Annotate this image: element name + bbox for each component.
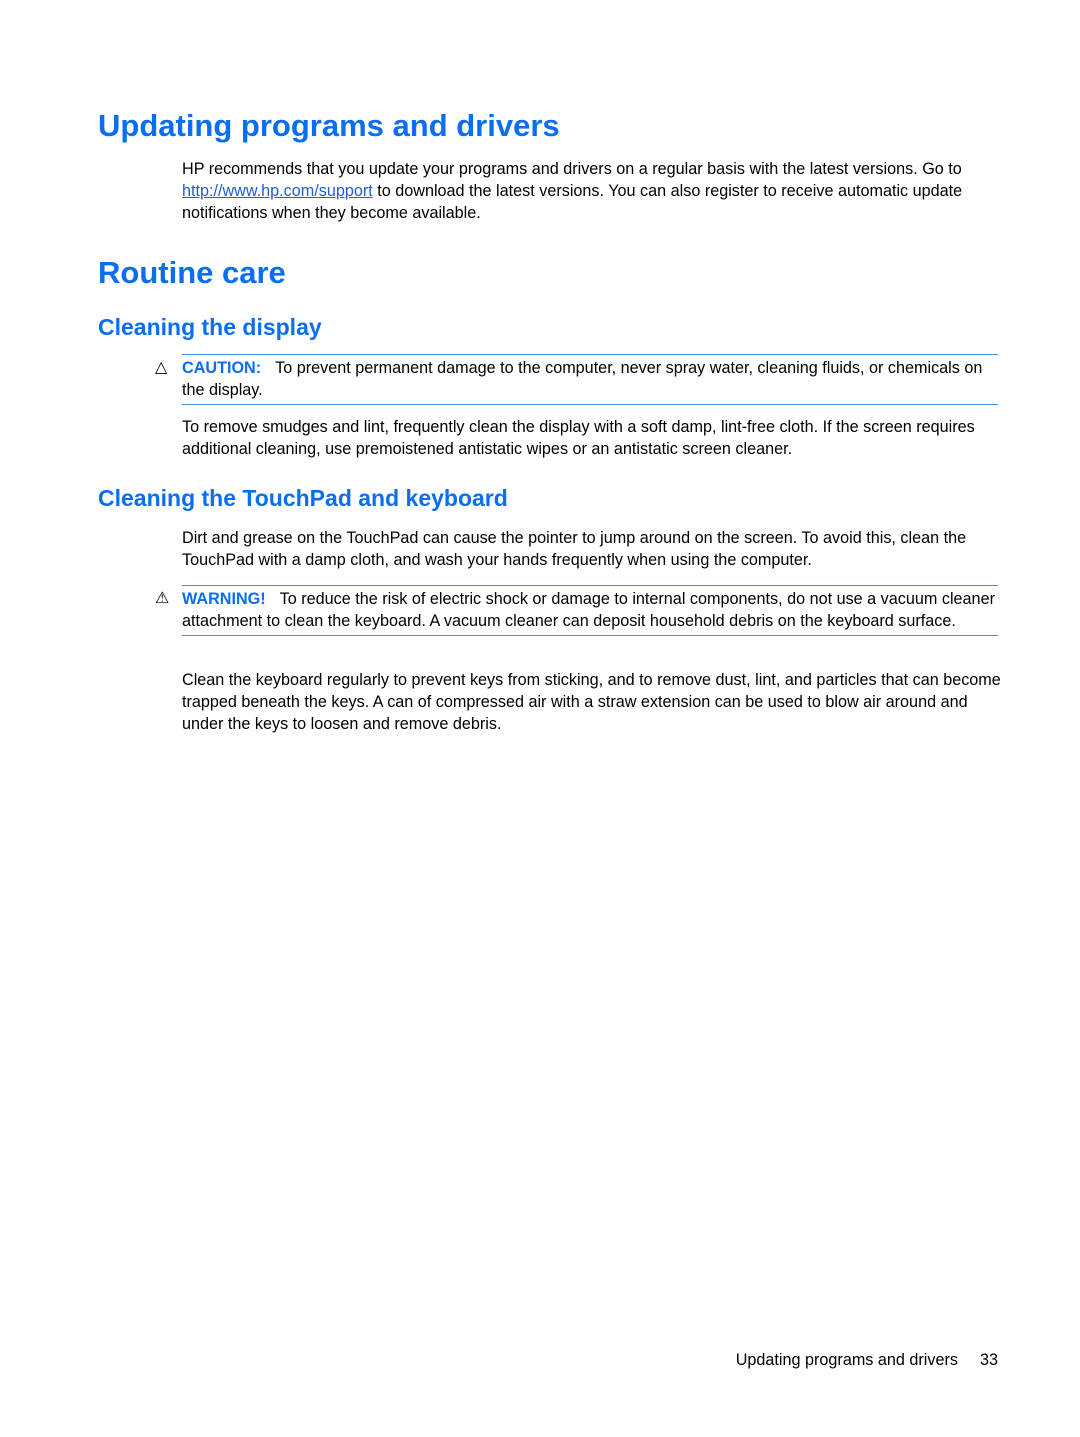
updating-paragraph: HP recommends that you update your progr… <box>182 158 1002 224</box>
caution-triangle-icon: △ <box>155 359 168 376</box>
heading-updating-programs: Updating programs and drivers <box>98 108 560 143</box>
cleaning-display-paragraph: To remove smudges and lint, frequently c… <box>182 418 975 458</box>
caution-label: CAUTION: <box>182 359 262 377</box>
warning-text: To reduce the risk of electric shock or … <box>182 590 995 630</box>
warning-triangle-icon: ⚠ <box>155 590 170 607</box>
caution-notice: △ CAUTION: To prevent permanent damage to… <box>155 354 998 405</box>
page-number: 33 <box>979 1351 998 1369</box>
updating-text-before-link: HP recommends that you update your progr… <box>182 160 962 178</box>
footer-section-title: Updating programs and drivers <box>735 1351 958 1369</box>
touchpad-intro-paragraph: Dirt and grease on the TouchPad can caus… <box>182 529 967 569</box>
page-footer: Updating programs and drivers 33 <box>736 1351 998 1370</box>
warning-label: WARNING! <box>182 590 266 608</box>
hp-support-link[interactable]: http://www.hp.com/support <box>182 182 373 200</box>
heading-cleaning-touchpad: Cleaning the TouchPad and keyboard <box>98 485 508 511</box>
keyboard-cleaning-paragraph: Clean the keyboard regularly to prevent … <box>182 671 1001 733</box>
caution-text: To prevent permanent damage to the compu… <box>182 359 983 399</box>
warning-notice: ⚠ WARNING! To reduce the risk of electric… <box>155 585 998 636</box>
heading-cleaning-display: Cleaning the display <box>98 314 322 340</box>
heading-routine-care: Routine care <box>98 255 286 290</box>
